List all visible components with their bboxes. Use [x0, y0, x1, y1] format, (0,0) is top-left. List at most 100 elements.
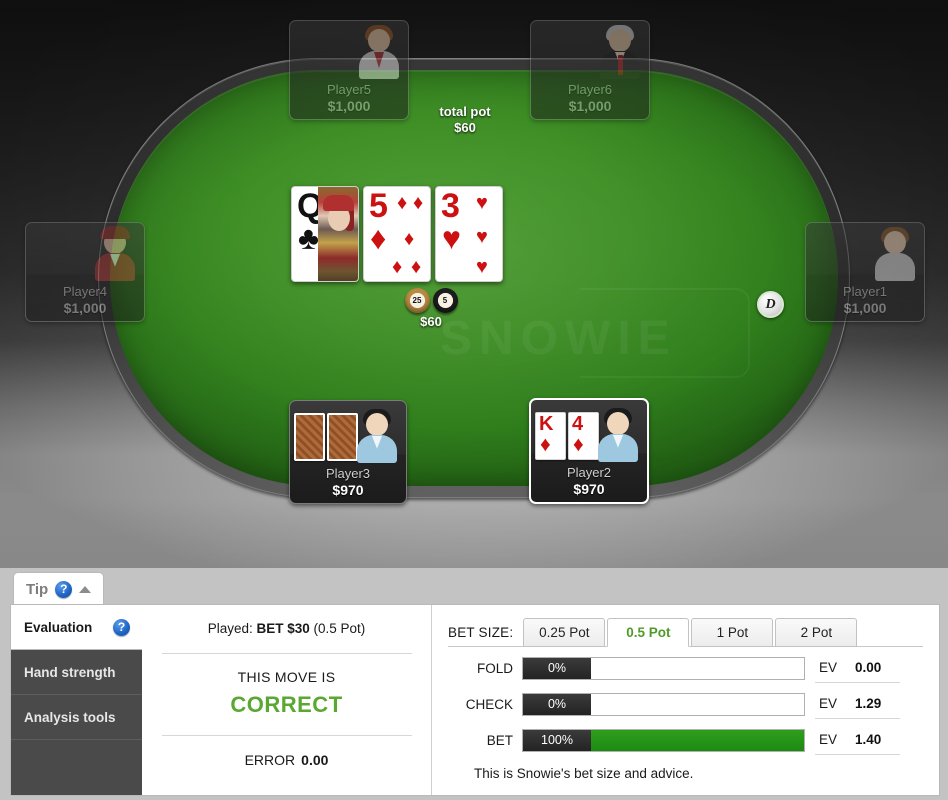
seat-player5-avatar-area	[290, 21, 408, 79]
action-row-fold: FOLD 0% EV 0.00	[448, 653, 923, 683]
seat-player3[interactable]: Player3 $970	[289, 400, 407, 504]
bet-size-row: BET SIZE: 0.25 Pot 0.5 Pot 1 Pot 2 Pot	[448, 618, 923, 647]
tab-analysis-tools[interactable]: Analysis tools	[11, 695, 142, 740]
action-fill-track-bet	[591, 729, 804, 751]
played-line: Played: BET $30 (0.5 Pot)	[208, 621, 366, 636]
action-row-bet: BET 100% EV 1.40	[448, 725, 923, 755]
bet-size-tab-2-pot[interactable]: 2 Pot	[775, 618, 858, 647]
played-suffix: (0.5 Pot)	[309, 621, 366, 636]
hole-card-back-1	[294, 413, 325, 461]
player3-hole-cards	[294, 413, 358, 461]
hole-card-1-suit: ♦	[540, 433, 551, 456]
move-verdict: CORRECT	[230, 692, 343, 717]
action-label-fold: FOLD	[476, 660, 513, 676]
avatar-man-red-cap	[92, 226, 138, 281]
board-card-1: Q ♣	[291, 186, 359, 282]
action-bar-check: 0%	[522, 692, 805, 716]
felt-bracket-decoration	[580, 288, 750, 378]
total-pot-value: $60	[454, 120, 476, 135]
ev-label-bet: EV	[819, 732, 838, 747]
pip: ♦	[411, 256, 422, 278]
seat-player4-avatar-area	[26, 223, 144, 281]
hole-card-2-rank: 4	[572, 413, 584, 435]
played-prefix: Played:	[207, 621, 257, 636]
error-line: ERROR 0.00	[245, 752, 329, 768]
seat-player3-avatar-area	[290, 401, 406, 463]
bet-size-tab-0_25-pot[interactable]: 0.25 Pot	[523, 618, 606, 647]
action-percent-check: 0%	[523, 693, 591, 715]
seat-player6[interactable]: Player6 $1,000	[530, 20, 650, 120]
avatar-woman-red-hair	[356, 25, 402, 79]
evaluation-help-icon[interactable]: ?	[113, 618, 130, 636]
divider-bottom	[161, 735, 412, 736]
action-fill-track-fold	[591, 657, 804, 679]
pot-chips-amount: $60	[420, 314, 442, 329]
action-fill-track-check	[591, 693, 804, 715]
chip-5: 5	[432, 288, 458, 313]
ev-label-check: EV	[819, 696, 838, 711]
ev-cell-fold: EV 0.00	[815, 654, 900, 683]
total-pot-display: total pot $60	[415, 104, 515, 135]
ev-cell-bet: EV 1.40	[815, 726, 900, 755]
seat-player1-avatar-area	[806, 223, 924, 281]
action-row-check: CHECK 0% EV 1.29	[448, 689, 923, 719]
pip: ♦	[397, 192, 408, 214]
pip: ♥	[476, 256, 488, 278]
bet-size-tab-0_5-pot[interactable]: 0.5 Pot	[607, 618, 690, 647]
seat-player6-name: Player6	[567, 82, 613, 97]
ev-value-fold: 0.00	[855, 660, 882, 675]
action-bar-fold: 0%	[522, 656, 805, 680]
queen-crown	[323, 195, 354, 211]
seat-player2-name: Player2	[566, 465, 612, 480]
seat-player4[interactable]: Player4 $1,000	[25, 222, 145, 322]
seat-player5[interactable]: Player5 $1,000	[289, 20, 409, 120]
hole-card-1-rank: K	[539, 413, 554, 435]
tab-evaluation-label: Evaluation	[24, 619, 93, 635]
seat-player5-stack: $1,000	[327, 98, 371, 114]
chevron-up-icon[interactable]	[79, 585, 92, 593]
seat-player2-hero[interactable]: K ♦ 4 ♦ Player2 $970	[529, 398, 649, 504]
pip: ♥	[476, 226, 488, 248]
seat-player4-stack: $1,000	[63, 300, 107, 316]
analysis-panel: Evaluation ? Hand strength Analysis tool…	[10, 604, 940, 796]
seat-player2-stack: $970	[573, 481, 605, 497]
avatar-man-blue-shirt	[595, 408, 641, 462]
ev-cell-check: EV 1.29	[815, 690, 900, 719]
tab-hand-strength[interactable]: Hand strength	[11, 650, 142, 695]
player2-hole-cards: K ♦ 4 ♦	[535, 412, 599, 460]
dealer-button: D	[757, 291, 784, 318]
seat-player1-name: Player1	[842, 284, 888, 299]
hole-card-2-suit: ♦	[573, 433, 584, 456]
seat-player1[interactable]: Player1 $1,000	[805, 222, 925, 322]
bet-size-tab-1-pot[interactable]: 1 Pot	[691, 618, 774, 647]
played-action: BET $30	[256, 621, 310, 636]
avatar-man-suit-tie	[597, 25, 643, 79]
chip-5-value: 5	[437, 293, 453, 308]
tab-evaluation[interactable]: Evaluation ?	[11, 605, 153, 650]
tab-hand-strength-label: Hand strength	[24, 664, 116, 680]
chip-25-value: 25	[409, 293, 425, 308]
pip: ♦	[413, 192, 424, 214]
move-label: THIS MOVE IS	[237, 669, 336, 685]
board-card-2-suit: ♦	[370, 220, 387, 256]
seat-player1-stack: $1,000	[843, 300, 887, 316]
hole-card-1: K ♦	[535, 412, 566, 460]
help-icon[interactable]: ?	[55, 580, 73, 598]
tip-tab[interactable]: Tip ?	[13, 572, 105, 605]
action-percent-bet: 100%	[523, 729, 591, 751]
action-percent-fold: 0%	[523, 657, 591, 679]
board-card-1-suit: ♣	[298, 220, 319, 256]
advice-note: This is Snowie's bet size and advice.	[474, 766, 694, 781]
chip-25: 25	[404, 288, 430, 313]
action-label-check: CHECK	[465, 696, 513, 712]
seat-player5-name: Player5	[326, 82, 372, 97]
pip: ♥	[476, 192, 488, 214]
seat-player3-stack: $970	[332, 482, 364, 498]
tab-empty-filler	[11, 740, 142, 797]
evaluation-column: Played: BET $30 (0.5 Pot) THIS MOVE IS C…	[142, 605, 432, 795]
tab-analysis-tools-label: Analysis tools	[24, 709, 116, 725]
board-card-2: 5 ♦ ♦ ♦ ♦ ♦ ♦	[363, 186, 431, 282]
seat-player4-name: Player4	[62, 284, 108, 299]
board-card-3-suit: ♥	[442, 220, 461, 256]
poker-table-area: SNOWIE total pot $60 Q ♣ 5 ♦ ♦ ♦ ♦ ♦ ♦ 3…	[0, 0, 948, 568]
